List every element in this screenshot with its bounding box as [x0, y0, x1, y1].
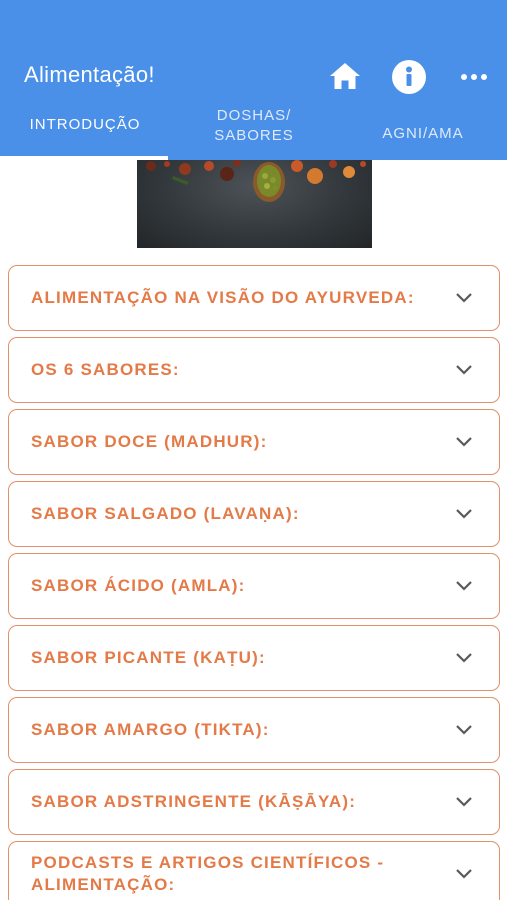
- accordion-title: SABOR AMARGO (TIKTA):: [31, 720, 270, 739]
- accordion-title: OS 6 SABORES:: [31, 360, 180, 379]
- accordion-item[interactable]: SABOR PICANTE (KAṬU):: [8, 625, 500, 691]
- chevron-down-icon: [456, 509, 472, 519]
- tab-introducao[interactable]: INTRODUÇÃO: [24, 115, 146, 135]
- accordion-title: SABOR ÁCIDO (AMLA):: [31, 576, 246, 595]
- accordion-title: SABOR PICANTE (KAṬU):: [31, 648, 266, 667]
- accordion-item[interactable]: SABOR SALGADO (LAVAṆA):: [8, 481, 500, 547]
- accordion-item[interactable]: ALIMENTAÇÃO NA VISÃO DO AYURVEDA:: [8, 265, 500, 331]
- chevron-down-icon: [456, 869, 472, 879]
- accordion-title: SABOR ADSTRINGENTE (KĀṢĀYA):: [31, 792, 357, 811]
- chevron-down-icon: [456, 797, 472, 807]
- accordion-item[interactable]: SABOR ÁCIDO (AMLA):: [8, 553, 500, 619]
- accordion-item[interactable]: SABOR AMARGO (TIKTA):: [8, 697, 500, 763]
- accordion-title: SABOR SALGADO (LAVAṆA):: [31, 504, 300, 523]
- info-icon: [392, 60, 426, 94]
- chevron-down-icon: [456, 653, 472, 663]
- chevron-down-icon: [456, 437, 472, 447]
- accordion-title: ALIMENTAÇÃO NA VISÃO DO AYURVEDA:: [31, 288, 415, 307]
- chevron-down-icon: [456, 365, 472, 375]
- tab-selected-indicator: [0, 156, 168, 160]
- accordion-item[interactable]: PODCASTS E ARTIGOS CIENTÍFICOS - ALIMENT…: [8, 841, 500, 900]
- app-title: Alimentação!: [24, 62, 155, 87]
- chevron-down-icon: [456, 293, 472, 303]
- chevron-down-icon: [456, 581, 472, 591]
- more-options-button[interactable]: [456, 58, 492, 96]
- hero-image: [137, 160, 372, 248]
- accordion-item[interactable]: SABOR DOCE (MADHUR):: [8, 409, 500, 475]
- home-icon: [330, 63, 360, 89]
- more-horizontal-icon: [461, 74, 487, 80]
- accordion-item[interactable]: SABOR ADSTRINGENTE (KĀṢĀYA):: [8, 769, 500, 835]
- tab-doshas-sabores[interactable]: DOSHAS/ SABORES: [196, 106, 312, 146]
- chevron-down-icon: [456, 725, 472, 735]
- app-bar: Alimentação! INTRODUÇÃO DOSHAS/ SABORES …: [0, 0, 507, 160]
- info-button[interactable]: [390, 58, 428, 96]
- home-button[interactable]: [326, 58, 364, 94]
- accordion-title: SABOR DOCE (MADHUR):: [31, 432, 268, 451]
- accordion-title: PODCASTS E ARTIGOS CIENTÍFICOS - ALIMENT…: [31, 853, 385, 894]
- tab-agni-ama[interactable]: AGNI/AMA: [362, 124, 484, 144]
- accordion-item[interactable]: OS 6 SABORES:: [8, 337, 500, 403]
